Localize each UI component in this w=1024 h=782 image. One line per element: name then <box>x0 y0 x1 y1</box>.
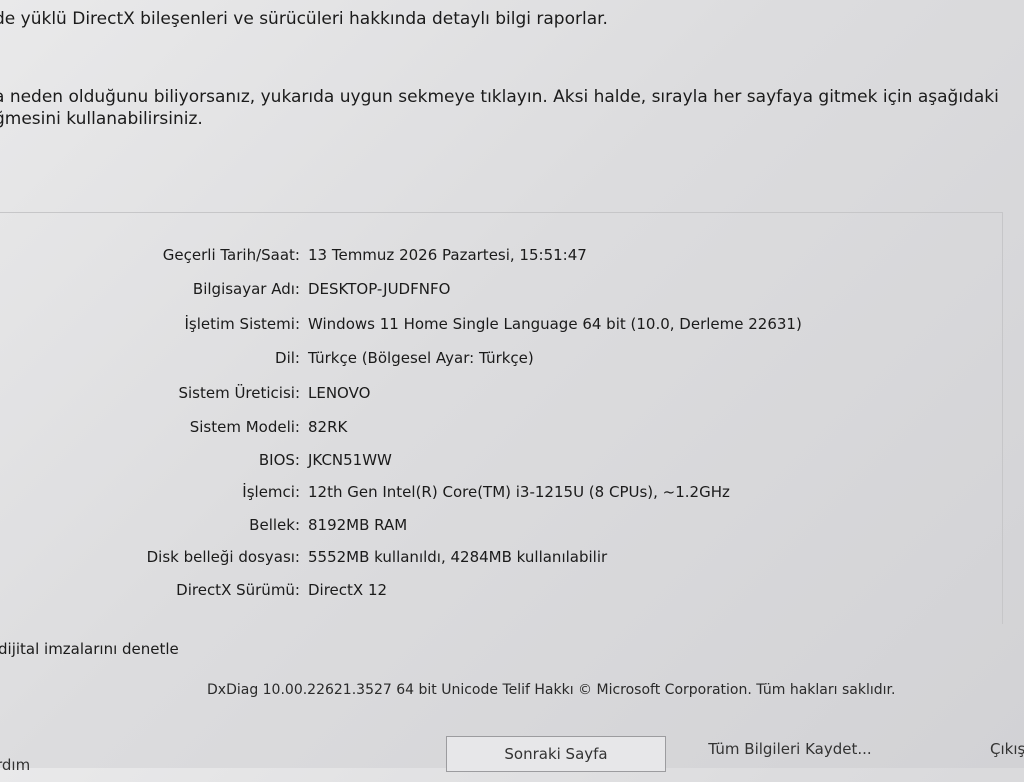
info-label: DirectX Sürümü: <box>176 581 300 599</box>
info-row-language: Dil: Türkçe (Bölgesel Ayar: Türkçe) <box>0 349 1000 375</box>
copyright-text: DxDiag 10.00.22621.3527 64 bit Unicode T… <box>207 682 896 698</box>
next-page-button[interactable]: Sonraki Sayfa <box>446 736 666 772</box>
check-digital-signatures-checkbox-label[interactable]: dijital imzalarını denetle <box>0 640 179 658</box>
info-value: DirectX 12 <box>308 581 388 599</box>
info-row-bios: BIOS: JKCN51WW <box>0 451 1000 477</box>
info-label: BIOS: <box>258 451 300 469</box>
exit-button[interactable]: Çıkış <box>990 732 1024 766</box>
info-value: 13 Temmuz 2026 Pazartesi, 15:51:47 <box>308 246 587 264</box>
info-label: Dil: <box>275 349 300 367</box>
info-row-processor: İşlemci: 12th Gen Intel(R) Core(TM) i3-1… <box>0 483 1000 509</box>
info-label: İşlemci: <box>242 483 300 501</box>
info-value: Türkçe (Bölgesel Ayar: Türkçe) <box>308 349 534 367</box>
info-value: 12th Gen Intel(R) Core(TM) i3-1215U (8 C… <box>308 483 730 501</box>
info-row-memory: Bellek: 8192MB RAM <box>0 516 1000 542</box>
info-label: Sistem Modeli: <box>189 418 300 436</box>
info-value: JKCN51WW <box>308 451 392 469</box>
info-row-datetime: Geçerli Tarih/Saat: 13 Temmuz 2026 Pazar… <box>0 246 1000 272</box>
info-value: LENOVO <box>308 384 371 402</box>
info-label: Bilgisayar Adı: <box>192 280 300 298</box>
info-row-computer-name: Bilgisayar Adı: DESKTOP-JUDFNFO <box>0 280 1000 306</box>
info-row-manufacturer: Sistem Üreticisi: LENOVO <box>0 384 1000 410</box>
intro-line-2: a neden olduğunu biliyorsanız, yukarıda … <box>0 87 999 107</box>
info-label: Bellek: <box>249 516 300 534</box>
info-label: Sistem Üreticisi: <box>178 384 300 402</box>
info-row-os: İşletim Sistemi: Windows 11 Home Single … <box>0 315 1000 341</box>
save-all-information-button[interactable]: Tüm Bilgileri Kaydet... <box>700 732 880 766</box>
info-value: DESKTOP-JUDFNFO <box>308 280 451 298</box>
info-row-model: Sistem Modeli: 82RK <box>0 418 1000 444</box>
intro-line-1: de yüklü DirectX bileşenleri ve sürücüle… <box>0 9 608 29</box>
info-label: Geçerli Tarih/Saat: <box>162 246 300 264</box>
info-value: 82RK <box>308 418 348 436</box>
intro-line-3: ğmesini kullanabilirsiniz. <box>0 109 203 129</box>
info-value: Windows 11 Home Single Language 64 bit (… <box>308 315 802 333</box>
system-info-panel: Geçerli Tarih/Saat: 13 Temmuz 2026 Pazar… <box>0 212 1003 624</box>
info-value: 5552MB kullanıldı, 4284MB kullanılabilir <box>308 548 608 566</box>
info-row-directx: DirectX Sürümü: DirectX 12 <box>0 581 1000 607</box>
help-button[interactable]: rdım <box>0 748 36 782</box>
info-row-page-file: Disk belleği dosyası: 5552MB kullanıldı,… <box>0 548 1000 574</box>
info-label: Disk belleği dosyası: <box>146 548 300 566</box>
info-label: İşletim Sistemi: <box>184 315 300 333</box>
info-value: 8192MB RAM <box>308 516 408 534</box>
